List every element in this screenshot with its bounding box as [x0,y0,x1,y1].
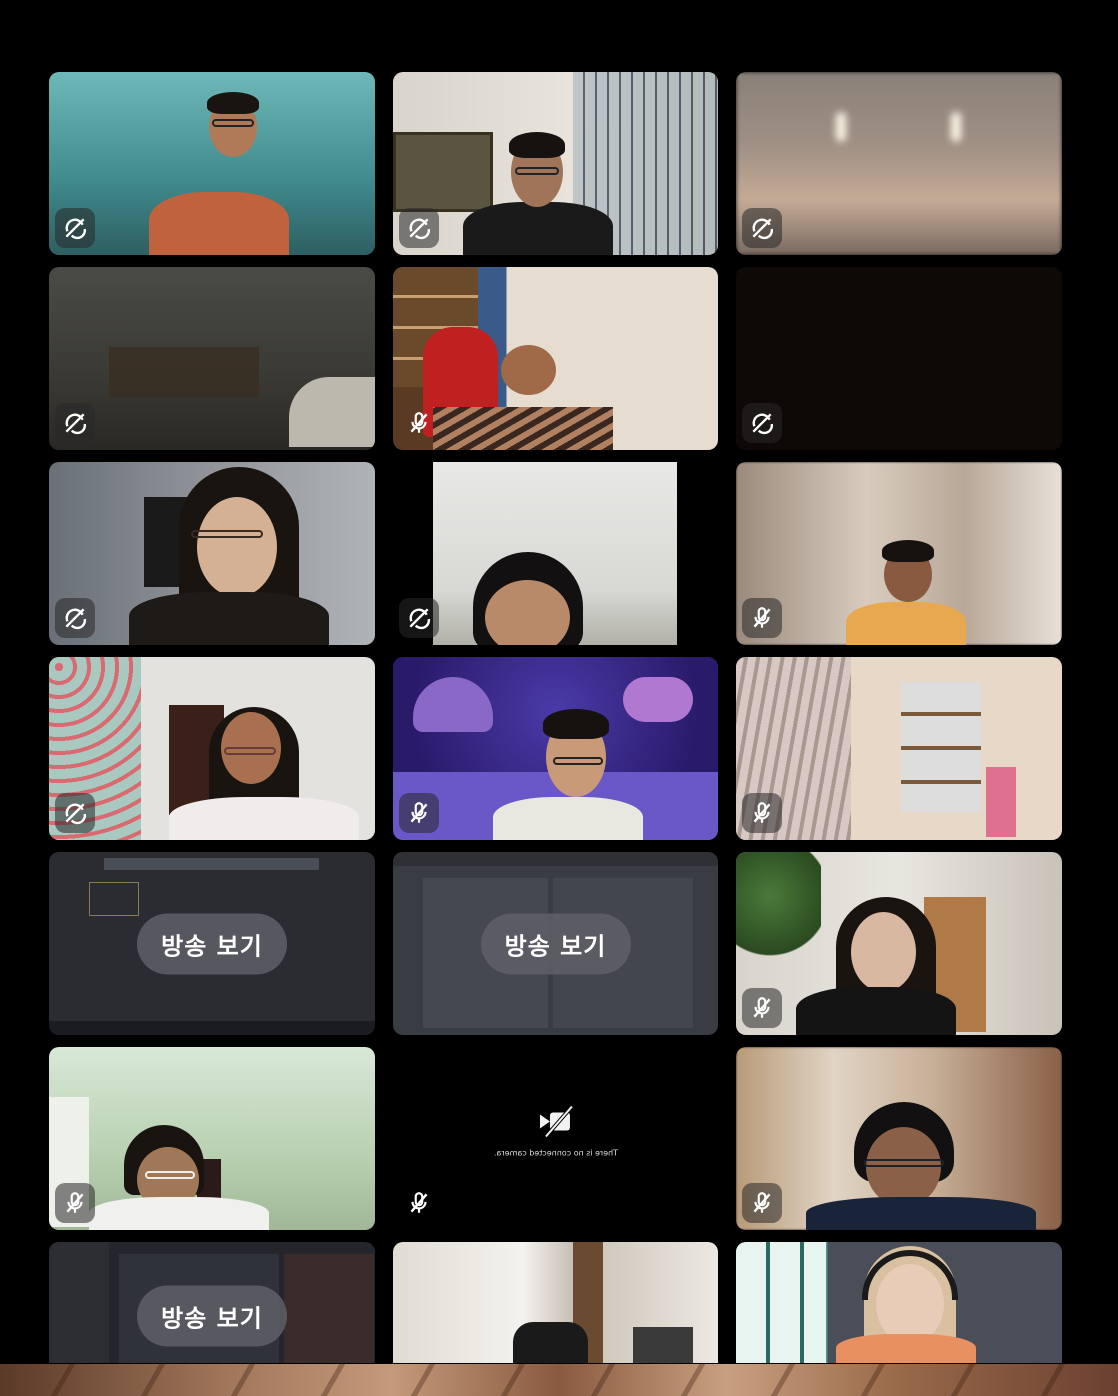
camera-off-icon [539,1105,574,1138]
mic-off-icon [55,1183,95,1223]
participant-tile[interactable] [393,72,718,255]
watch-stream-button[interactable]: 방송 보기 [480,913,631,974]
mic-off-icon [742,988,782,1028]
participant-tile[interactable] [49,462,375,645]
participant-tile[interactable] [393,267,718,450]
participant-tile[interactable] [736,72,1062,255]
participant-tile[interactable] [736,657,1062,840]
camera-off-icon [399,598,439,638]
camera-off-icon [55,598,95,638]
watch-stream-button[interactable]: 방송 보기 [137,913,287,974]
participant-grid: 방송 보기 방송 보기 There is no connected camera… [49,72,1062,1363]
watch-stream-button[interactable]: 방송 보기 [137,1285,287,1347]
no-camera-text: There is no connected camera. [493,1148,618,1158]
camera-off-icon [399,208,439,248]
mic-off-icon [399,1183,439,1223]
screen-share-tile[interactable]: 방송 보기 [49,852,375,1035]
camera-off-icon [742,403,782,443]
camera-off-icon [55,208,95,248]
participant-tile[interactable] [736,1047,1062,1230]
participant-tile[interactable] [736,1242,1062,1363]
participant-tile[interactable] [393,462,718,645]
no-camera-indicator: There is no connected camera. [493,1105,618,1158]
mic-off-icon [742,598,782,638]
mic-off-icon [742,1183,782,1223]
participant-tile[interactable] [736,852,1062,1035]
mic-off-icon [742,793,782,833]
participant-tile[interactable] [393,657,718,840]
participant-tile[interactable] [393,1242,718,1363]
participant-tile[interactable] [49,72,375,255]
video-call-gallery: 방송 보기 방송 보기 There is no connected camera… [0,0,1118,1396]
participant-tile[interactable] [49,267,375,450]
camera-off-icon [55,403,95,443]
camera-off-icon [55,793,95,833]
desktop-wallpaper-strip [0,1364,1118,1396]
mic-off-icon [399,793,439,833]
participant-tile[interactable] [736,267,1062,450]
screen-share-tile[interactable]: 방송 보기 [393,852,718,1035]
camera-off-icon [742,208,782,248]
screen-share-tile[interactable]: 방송 보기 [49,1242,375,1363]
participant-tile-no-camera[interactable]: There is no connected camera. [393,1047,718,1230]
participant-tile[interactable] [49,657,375,840]
mic-off-icon [399,403,439,443]
participant-tile[interactable] [736,462,1062,645]
participant-tile[interactable] [49,1047,375,1230]
